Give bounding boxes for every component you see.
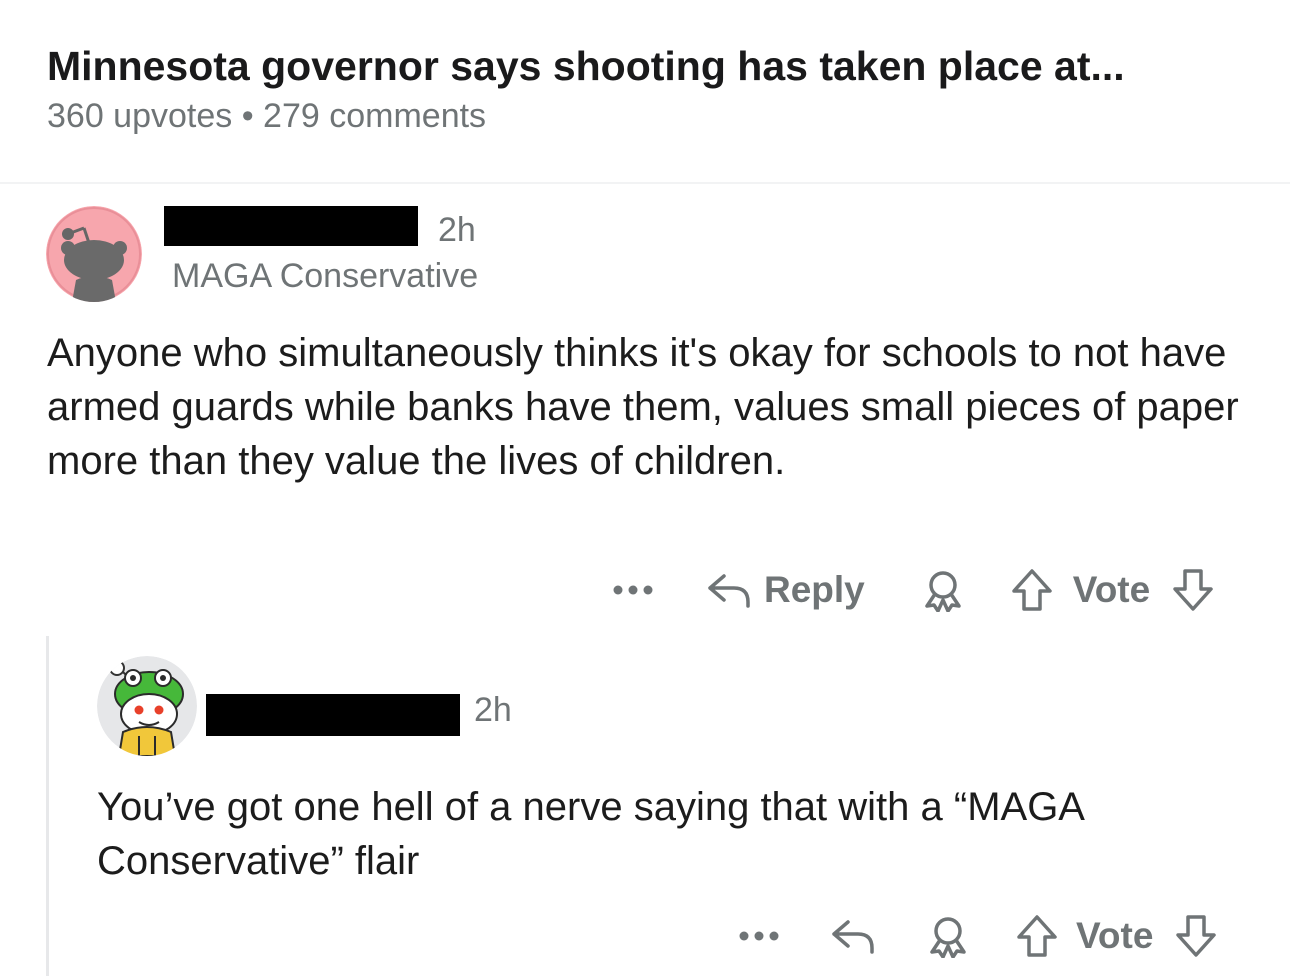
award-button[interactable] (921, 568, 965, 612)
comment-time: 2h (474, 691, 512, 729)
redacted-username (206, 694, 460, 736)
more-button[interactable] (738, 930, 782, 942)
snoo-frog-hat-avatar-icon (97, 656, 197, 756)
thread-line[interactable] (46, 636, 49, 976)
more-icon (613, 585, 653, 595)
upvote-button[interactable] (1016, 914, 1058, 958)
downvote-icon (1173, 569, 1213, 611)
reply-button[interactable]: Reply (706, 569, 865, 611)
post-meta: 360 upvotes • 279 comments (47, 97, 487, 135)
redacted-username (164, 206, 418, 246)
snoo-avatar-icon (46, 206, 142, 302)
award-icon (925, 571, 961, 612)
reply-icon (832, 920, 874, 954)
avatar[interactable] (97, 656, 197, 756)
user-flair: MAGA Conservative (172, 257, 479, 295)
post-title[interactable]: Minnesota governor says shooting has tak… (47, 40, 1257, 92)
reply-button[interactable] (830, 916, 876, 956)
downvote-icon (1176, 915, 1217, 957)
reply-label: Reply (764, 569, 865, 610)
downvote-button[interactable] (1175, 914, 1217, 958)
upvote-icon (1017, 915, 1057, 957)
more-button[interactable] (612, 584, 672, 596)
reply-icon (708, 574, 750, 608)
avatar[interactable] (46, 206, 142, 302)
comment-actions: Vote (738, 906, 1217, 966)
upvote-icon (1012, 569, 1052, 611)
divider (0, 182, 1290, 184)
comment-time: 2h (438, 211, 476, 249)
upvote-button[interactable] (1011, 568, 1053, 612)
downvote-button[interactable] (1172, 568, 1214, 612)
comment-body: Anyone who simultaneously thinks it's ok… (47, 331, 1239, 483)
award-icon (930, 917, 966, 958)
more-icon (739, 931, 779, 941)
award-button[interactable] (926, 914, 970, 958)
comment-body: You’ve got one hell of a nerve saying th… (97, 785, 1083, 883)
comment-actions: Reply Vote (612, 560, 1214, 620)
vote-label: Vote (1076, 915, 1154, 956)
vote-label: Vote (1072, 569, 1151, 610)
